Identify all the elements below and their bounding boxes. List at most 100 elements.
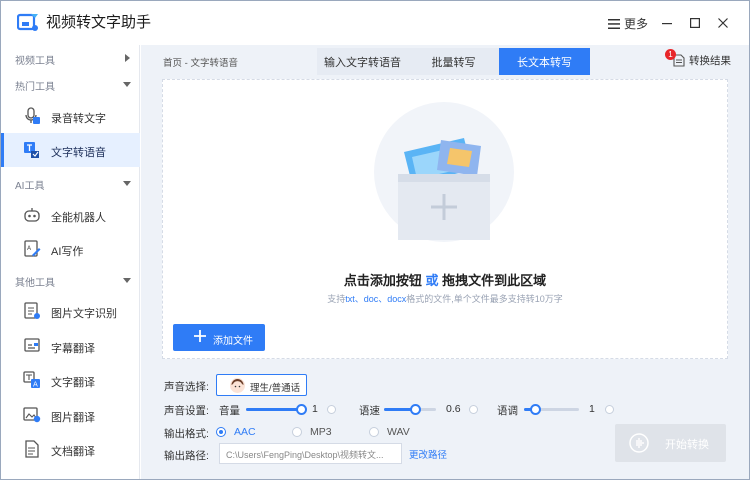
tab-long-text-convert[interactable]: 长文本转写 <box>499 48 590 75</box>
image-translate-icon <box>23 407 41 423</box>
tab-input-text-to-speech[interactable]: 输入文字转语音 <box>317 48 408 75</box>
output-path-field[interactable]: C:\Users\FengPing\Desktop\视频转文... <box>219 443 402 464</box>
drop-hint-part-a: 支持 <box>327 294 346 304</box>
sound-settings-label: 声音设置: <box>164 405 209 417</box>
chevron-down-icon <box>123 82 131 87</box>
slider-knob[interactable] <box>410 404 422 415</box>
menu-icon <box>608 18 620 29</box>
slider-knob[interactable] <box>530 404 541 415</box>
format-option-label: AAC <box>234 426 256 438</box>
drop-hint-part-b: 格式的文件,单个文件最多支持转10万字 <box>406 294 563 304</box>
format-radio-mp3[interactable]: MP3 <box>292 426 332 438</box>
voice-avatar-icon <box>230 378 245 393</box>
volume-reset-button[interactable] <box>327 405 336 414</box>
sidebar-section-ai-tools[interactable]: AI工具 <box>1 172 140 196</box>
sidebar-item-image-ocr[interactable]: 图片文字识别 <box>1 294 140 328</box>
text-translate-icon: A <box>23 371 40 389</box>
voice-select-button[interactable]: 理生/普通话 <box>216 374 307 396</box>
minimize-button[interactable] <box>656 12 678 34</box>
sidebar-item-ai-writing[interactable]: A AI写作 <box>1 232 140 266</box>
app-title: 视频转文字助手 <box>46 14 152 31</box>
record-to-text-icon <box>25 107 40 124</box>
volume-slider[interactable] <box>246 403 307 415</box>
sidebar-section-other-tools[interactable]: 其他工具 <box>1 269 140 293</box>
speed-value: 0.6 <box>446 403 461 415</box>
volume-value: 1 <box>312 403 318 415</box>
sidebar-item-label: 图片文字识别 <box>51 308 117 320</box>
ai-writing-icon: A <box>24 240 41 257</box>
drop-title-or: 或 <box>425 273 439 288</box>
sidebar-item-text-translate[interactable]: A 文字翻译 <box>1 363 140 397</box>
drop-title-part-b: 拖拽文件到此区域 <box>442 273 547 288</box>
convert-result-button[interactable]: 1 转换结果 <box>665 49 731 68</box>
title-bar: 视频转文字助手 更多 <box>1 1 749 45</box>
slider-fill <box>246 408 301 411</box>
speed-reset-button[interactable] <box>469 405 478 414</box>
format-option-label: MP3 <box>310 426 332 438</box>
document-translate-icon <box>25 440 39 458</box>
drop-title-part-a: 点击添加按钮 <box>343 273 422 288</box>
sidebar-item-record-to-text[interactable]: 录音转文字 <box>1 99 140 133</box>
pitch-reset-button[interactable] <box>605 405 614 414</box>
sidebar-item-robot[interactable]: 全能机器人 <box>1 198 140 232</box>
format-radio-wav[interactable]: WAV <box>369 426 410 438</box>
folder-upload-illustration <box>374 102 514 242</box>
sidebar-item-text-to-speech[interactable]: 文字转语音 <box>1 133 140 167</box>
tab-batch-convert[interactable]: 批量转写 <box>408 48 499 75</box>
speed-label: 语速 <box>359 405 380 417</box>
add-file-button[interactable]: 添加文件 <box>173 324 265 351</box>
main-content: 首页 - 文字转语音 输入文字转语音 批量转写 长文本转写 1 转换结果 点击添… <box>141 45 749 479</box>
text-to-speech-icon <box>24 142 39 158</box>
slider-knob[interactable] <box>296 404 307 415</box>
speed-slider[interactable] <box>384 403 436 415</box>
breadcrumb: 首页 - 文字转语音 <box>163 58 238 69</box>
sidebar-item-document-translate[interactable]: 文档翻译 <box>1 432 140 466</box>
drop-zone-hint: 支持txt、doc、docx格式的文件,单个文件最多支持转10万字 <box>163 292 727 305</box>
volume-label: 音量 <box>219 405 240 417</box>
more-menu-button[interactable]: 更多 <box>608 15 648 32</box>
sidebar-item-label: AI写作 <box>51 246 84 258</box>
sidebar-item-label: 文档翻译 <box>51 446 95 458</box>
more-label: 更多 <box>624 17 649 31</box>
sidebar-section-video-tools[interactable]: 视频工具 <box>1 47 140 71</box>
image-ocr-icon <box>24 302 40 319</box>
sidebar-item-image-translate[interactable]: 图片翻译 <box>1 398 140 432</box>
output-path-label: 输出路径: <box>164 450 209 462</box>
sidebar-item-label: 字幕翻译 <box>51 343 95 355</box>
chevron-down-icon <box>123 278 131 283</box>
sidebar: 视频工具 热门工具 录音转文字 文字转语音 AI工具 全能机器人 A AI写作 … <box>1 45 140 479</box>
pitch-slider[interactable] <box>524 403 579 415</box>
drop-zone-title: 点击添加按钮 或 拖拽文件到此区域 <box>163 270 727 289</box>
tab-bar: 输入文字转语音 批量转写 长文本转写 <box>317 48 590 75</box>
format-radio-aac[interactable]: AAC <box>216 426 256 438</box>
sidebar-item-label: 文字翻译 <box>51 377 95 389</box>
maximize-icon <box>690 18 700 28</box>
result-count-badge: 1 <box>665 49 676 60</box>
radio-circle <box>369 427 379 437</box>
svg-text:A: A <box>33 381 38 389</box>
add-file-label: 添加文件 <box>213 336 253 347</box>
file-drop-zone[interactable]: 点击添加按钮 或 拖拽文件到此区域 支持txt、doc、docx格式的文件,单个… <box>162 79 728 359</box>
waveform-icon <box>629 433 649 453</box>
sidebar-section-hot-tools[interactable]: 热门工具 <box>1 73 140 97</box>
sidebar-item-label: 全能机器人 <box>51 212 106 224</box>
voice-select-value: 理生/普通话 <box>250 383 301 394</box>
section-label: 视频工具 <box>15 56 55 67</box>
close-button[interactable] <box>712 12 734 34</box>
pitch-label: 语调 <box>497 405 518 417</box>
radio-circle <box>292 427 302 437</box>
section-label: 其他工具 <box>15 278 55 289</box>
start-convert-button[interactable]: 开始转换 <box>615 424 726 462</box>
sidebar-item-subtitle-translate[interactable]: 字幕翻译 <box>1 329 140 363</box>
minimize-icon <box>662 23 672 25</box>
app-logo-icon <box>17 13 38 31</box>
section-label: AI工具 <box>15 181 45 192</box>
output-format-label: 输出格式: <box>164 428 209 440</box>
start-convert-label: 开始转换 <box>665 439 709 451</box>
maximize-button[interactable] <box>684 12 706 34</box>
section-label: 热门工具 <box>15 82 55 93</box>
robot-icon <box>24 208 40 222</box>
chevron-down-icon <box>123 181 131 186</box>
svg-text:A: A <box>27 245 32 252</box>
change-path-link[interactable]: 更改路径 <box>409 447 447 461</box>
